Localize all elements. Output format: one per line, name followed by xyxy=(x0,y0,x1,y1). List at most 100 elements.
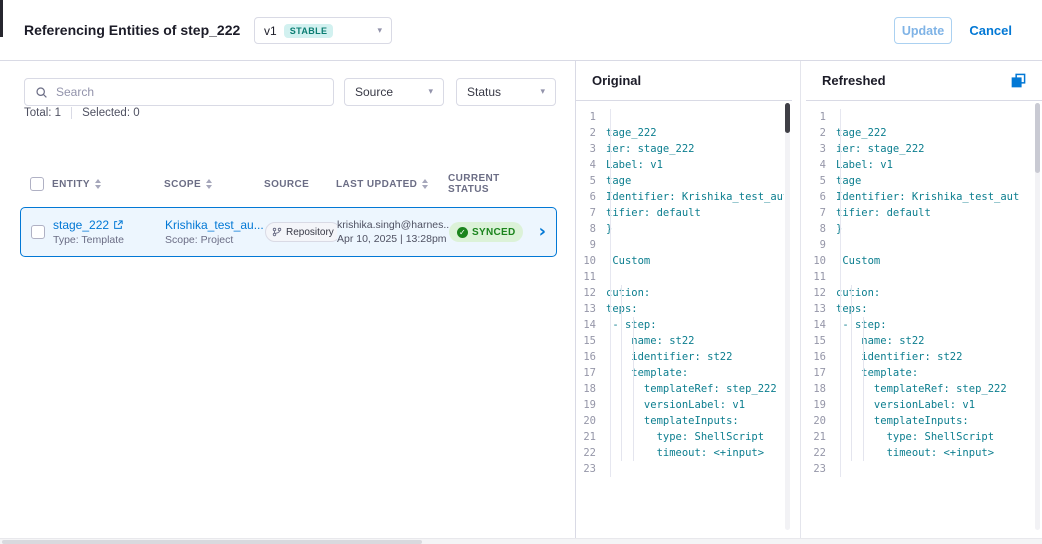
code-text: timeout: <+input> xyxy=(836,445,994,461)
original-scrollbar[interactable] xyxy=(785,103,790,530)
indent-guide xyxy=(633,317,634,461)
code-text: versionLabel: v1 xyxy=(836,397,975,413)
entity-cell: stage_222 Type: Template xyxy=(53,218,165,246)
code-text: timeout: <+input> xyxy=(606,445,764,461)
code-line: 1 xyxy=(576,109,784,125)
cancel-button[interactable]: Cancel xyxy=(969,17,1012,44)
column-header-scope[interactable]: SCOPE xyxy=(164,179,264,190)
table-header: ENTITY SCOPE SOURCE LAST UPDATED CURRENT… xyxy=(20,170,557,198)
line-number: 1 xyxy=(576,109,606,125)
line-number: 9 xyxy=(806,237,836,253)
entity-link[interactable]: stage_222 xyxy=(53,218,109,232)
gutter-separator xyxy=(610,109,611,477)
code-text: Identifier: Krishika_test_aut xyxy=(836,189,1019,205)
page-title: Referencing Entities of step_222 xyxy=(24,0,240,60)
line-number: 14 xyxy=(576,317,606,333)
version-selector[interactable]: v1 STABLE ▾ xyxy=(254,17,392,44)
selected-count: Selected: 0 xyxy=(82,107,140,119)
line-number: 15 xyxy=(576,333,606,349)
line-number: 14 xyxy=(806,317,836,333)
scrollbar-thumb[interactable] xyxy=(1035,103,1040,173)
scrollbar-thumb[interactable] xyxy=(2,540,422,544)
code-text: versionLabel: v1 xyxy=(606,397,745,413)
search-input[interactable] xyxy=(56,85,323,99)
scope-detail: Scope: Project xyxy=(165,234,265,246)
row-checkbox[interactable] xyxy=(31,225,45,239)
code-text: cution: xyxy=(606,285,650,301)
code-line: 16 identifier: st22 xyxy=(576,349,784,365)
column-header-entity[interactable]: ENTITY xyxy=(52,179,164,190)
code-text: Custom xyxy=(836,253,880,269)
panel-divider xyxy=(800,61,801,538)
separator xyxy=(71,107,72,119)
line-number: 17 xyxy=(576,365,606,381)
source-filter-dropdown[interactable]: Source ▾ xyxy=(344,78,444,106)
line-number: 2 xyxy=(806,125,836,141)
column-header-source: SOURCE xyxy=(264,179,336,190)
scope-cell: Krishika_test_au... Scope: Project xyxy=(165,218,265,246)
line-number: 4 xyxy=(806,157,836,173)
original-code[interactable]: 12tage_2223ier: stage_2224Label: v15tage… xyxy=(576,101,784,538)
column-header-last-updated[interactable]: LAST UPDATED xyxy=(336,179,448,190)
entity-type: Type: Template xyxy=(53,234,165,246)
code-line: 3ier: stage_222 xyxy=(576,141,784,157)
selection-summary: Total: 1 Selected: 0 xyxy=(24,105,140,121)
scope-link[interactable]: Krishika_test_au... xyxy=(165,218,264,232)
code-text: tifier: default xyxy=(836,205,931,221)
code-text: templateRef: step_222 xyxy=(836,381,1007,397)
chevron-down-icon: ▾ xyxy=(428,87,433,97)
code-text: ier: stage_222 xyxy=(606,141,695,157)
refreshed-panel-header: Refreshed xyxy=(806,61,1042,101)
line-number: 8 xyxy=(576,221,606,237)
source-cell: Repository xyxy=(265,222,337,242)
code-line: 20 templateInputs: xyxy=(576,413,784,429)
horizontal-scrollbar[interactable] xyxy=(0,538,1042,544)
code-text: tifier: default xyxy=(606,205,701,221)
code-line: 5tage xyxy=(576,173,784,189)
line-number: 10 xyxy=(806,253,836,269)
table-row[interactable]: stage_222 Type: Template Krishika_test_a… xyxy=(20,207,557,257)
code-text: name: st22 xyxy=(836,333,925,349)
code-text: - step: xyxy=(606,317,657,333)
indent-guide xyxy=(863,317,864,461)
code-line: 12cution: xyxy=(576,285,784,301)
refreshed-scrollbar[interactable] xyxy=(1035,103,1040,530)
updated-at: Apr 10, 2025 | 13:28pm xyxy=(337,233,449,245)
chevron-right-icon[interactable]: › xyxy=(539,223,546,241)
corner-mark xyxy=(0,0,3,37)
code-text: name: st22 xyxy=(606,333,695,349)
original-panel-header: Original xyxy=(576,61,792,101)
status-badge-label: SYNCED xyxy=(472,227,515,238)
line-number: 12 xyxy=(806,285,836,301)
stable-badge: STABLE xyxy=(284,24,334,38)
code-line: 22 timeout: <+input> xyxy=(576,445,784,461)
status-filter-dropdown[interactable]: Status ▾ xyxy=(456,78,556,106)
code-line: 9 xyxy=(576,237,784,253)
copy-icon[interactable] xyxy=(1011,73,1026,88)
line-number: 16 xyxy=(576,349,606,365)
code-line: 13teps: xyxy=(576,301,784,317)
refreshed-panel: Refreshed 12tage_2223ier: stage_2224Labe… xyxy=(806,61,1042,538)
line-number: 23 xyxy=(576,461,606,477)
external-link-icon xyxy=(113,220,123,230)
select-all-checkbox[interactable] xyxy=(30,177,44,191)
total-count: Total: 1 xyxy=(24,107,61,119)
source-badge-label: Repository xyxy=(286,227,334,238)
code-text: Custom xyxy=(606,253,650,269)
search-icon xyxy=(35,86,48,99)
code-line: 10 Custom xyxy=(576,253,784,269)
code-text: Label: v1 xyxy=(606,157,663,173)
line-number: 18 xyxy=(576,381,606,397)
line-number: 12 xyxy=(576,285,606,301)
line-number: 18 xyxy=(806,381,836,397)
code-line: 11 xyxy=(576,269,784,285)
code-text: cution: xyxy=(836,285,880,301)
repository-icon xyxy=(272,227,282,237)
code-line: 4Label: v1 xyxy=(576,157,784,173)
scrollbar-thumb[interactable] xyxy=(785,103,790,133)
code-text: type: ShellScript xyxy=(606,429,764,445)
code-line: 19 versionLabel: v1 xyxy=(576,397,784,413)
search-box[interactable] xyxy=(24,78,334,106)
line-number: 2 xyxy=(576,125,606,141)
update-button[interactable]: Update xyxy=(894,17,952,44)
